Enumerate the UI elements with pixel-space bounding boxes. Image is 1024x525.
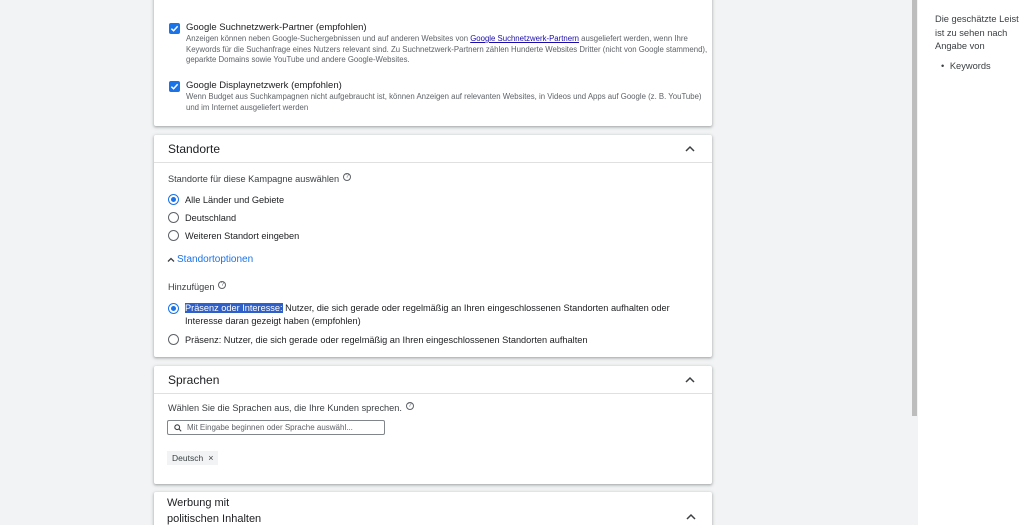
locations-title: Standorte: [168, 141, 221, 156]
chevron-up-icon: [167, 257, 175, 262]
radio-unselected[interactable]: [168, 230, 179, 241]
help-icon[interactable]: ?: [218, 281, 227, 289]
languages-prompt: Wählen Sie die Sprachen aus, die Ihre Ku…: [168, 402, 414, 415]
languages-card: Sprachen Wählen Sie die Sprachen aus, di…: [154, 366, 712, 484]
radio-unselected[interactable]: [168, 212, 179, 223]
selected-text: Präsenz oder Interesse:: [185, 303, 283, 313]
search-partners-option[interactable]: Google Suchnetzwerk-Partner (empfohlen) …: [169, 22, 711, 66]
language-search-input[interactable]: Mit Eingabe beginnen oder Sprache auswäh…: [167, 420, 385, 435]
presence-only-option[interactable]: Präsenz: Nutzer, die sich gerade oder re…: [168, 334, 587, 347]
political-card: Werbung mit politischen Inhalten: [154, 492, 712, 525]
display-network-description: Wenn Budget aus Suchkampagnen nicht aufg…: [186, 92, 702, 112]
network-card: Google Suchnetzwerk-Partner (empfohlen) …: [154, 0, 712, 126]
location-option-germany[interactable]: Deutschland: [168, 212, 236, 225]
locations-prompt: Standorte für diese Kampagne auswählen?: [168, 173, 352, 186]
location-options-toggle[interactable]: Standortoptionen: [166, 253, 253, 266]
estimate-text: Die geschätzte Leist ist zu sehen nach A…: [935, 14, 1019, 51]
locations-card: Standorte Standorte für diese Kampagne a…: [154, 135, 712, 357]
display-network-option[interactable]: Google Displaynetzwerk (empfohlen) Wenn …: [169, 80, 711, 113]
radio-unselected[interactable]: [168, 334, 179, 345]
display-network-title: Google Displaynetzwerk (empfohlen): [186, 80, 342, 91]
help-icon[interactable]: ?: [343, 173, 352, 181]
radio-selected[interactable]: [168, 303, 179, 314]
help-icon[interactable]: ?: [405, 402, 414, 410]
language-chip[interactable]: Deutsch ×: [167, 451, 219, 465]
chevron-up-icon[interactable]: [682, 372, 698, 388]
presence-interest-option[interactable]: Präsenz oder Interesse: Nutzer, die sich…: [168, 302, 705, 328]
page-scrollbar[interactable]: [912, 0, 917, 416]
location-option-other[interactable]: Weiteren Standort eingeben: [168, 230, 299, 243]
check-icon: [170, 83, 179, 90]
location-option-all[interactable]: Alle Länder und Gebiete: [168, 194, 284, 207]
chevron-up-icon[interactable]: [683, 509, 699, 525]
languages-header[interactable]: Sprachen: [154, 366, 712, 394]
estimate-side-panel: Die geschätzte Leist ist zu sehen nach A…: [918, 0, 1024, 525]
include-label: Hinzufügen?: [168, 281, 227, 294]
chevron-up-icon[interactable]: [682, 141, 698, 157]
search-icon: [174, 423, 182, 432]
political-title: Werbung mit politischen Inhalten: [167, 497, 262, 525]
search-partners-description: Anzeigen können neben Google-Suchergebni…: [186, 34, 708, 65]
search-partners-checkbox[interactable]: [169, 23, 180, 34]
estimate-bullet: • Keywords: [941, 61, 991, 71]
check-icon: [170, 25, 179, 32]
remove-chip-icon[interactable]: ×: [208, 453, 213, 463]
languages-title: Sprachen: [168, 372, 220, 387]
radio-selected[interactable]: [168, 194, 179, 205]
search-partners-title: Google Suchnetzwerk-Partner (empfohlen): [186, 22, 367, 33]
search-partners-link[interactable]: Google Suchnetzwerk-Partnern: [470, 34, 579, 43]
display-network-checkbox[interactable]: [169, 81, 180, 92]
locations-header[interactable]: Standorte: [154, 135, 712, 163]
